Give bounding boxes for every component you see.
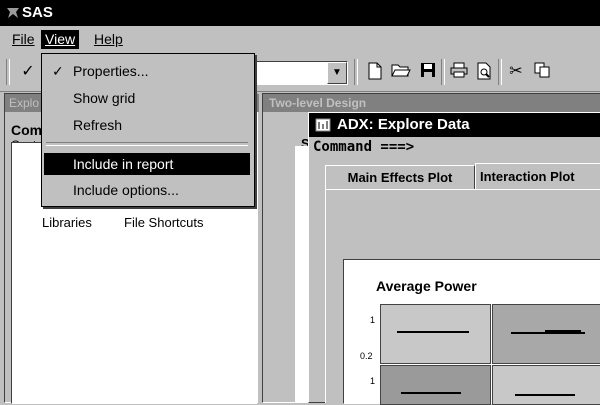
adx-title-bar[interactable]: ADX: Explore Data: [309, 113, 600, 137]
menu-view-label: View: [45, 31, 76, 47]
toolbar-separator: [6, 59, 10, 85]
menu-item-label: Properties...: [73, 63, 149, 79]
checkmark-icon: ✓: [52, 63, 64, 79]
command-line[interactable]: Command ===>: [313, 139, 414, 155]
plot-cell[interactable]: [380, 365, 491, 405]
y-tick-label: 1: [370, 376, 376, 386]
effect-line: [515, 394, 575, 396]
y-tick-label: 1: [370, 315, 376, 325]
menu-help[interactable]: Help: [90, 30, 127, 49]
menu-item-include-in-report[interactable]: Include in report: [44, 153, 250, 175]
plot-title: Average Power: [376, 278, 477, 294]
toolbar-separator: [354, 59, 358, 85]
save-icon[interactable]: [418, 62, 438, 82]
print-icon[interactable]: [449, 62, 469, 82]
tab-main-effects-label: Main Effects Plot: [347, 170, 453, 185]
plot-cell[interactable]: [380, 304, 491, 364]
effect-line: [545, 330, 581, 332]
adx-explore-window: ADX: Explore Data Command ===> Main Effe…: [308, 112, 600, 405]
command-combo[interactable]: ▼: [250, 61, 348, 85]
libraries-item[interactable]: Libraries: [42, 215, 92, 230]
menu-item-include-options[interactable]: Include options...: [44, 179, 250, 201]
menu-file-label: File: [12, 31, 35, 47]
title-bar: SAS: [0, 0, 600, 26]
interaction-plot-area: Average Power 1 0.2 1: [343, 259, 600, 405]
menu-help-label: Help: [94, 31, 123, 47]
menu-separator: [46, 142, 248, 146]
menu-item-show-grid[interactable]: Show grid: [44, 87, 250, 109]
tab-main-effects-plot[interactable]: Main Effects Plot: [325, 165, 475, 191]
menu-item-label: Include options...: [73, 182, 179, 198]
menu-item-label: Show grid: [73, 90, 136, 106]
contents-title: Com: [11, 122, 43, 138]
plot-cell[interactable]: [492, 304, 600, 364]
open-folder-icon[interactable]: [391, 62, 411, 82]
app-title: SAS: [22, 4, 53, 21]
menu-item-properties[interactable]: ✓ Properties...: [44, 60, 250, 82]
new-file-icon[interactable]: [365, 62, 385, 82]
sas-logo-icon: [7, 8, 19, 18]
window-icon: [315, 118, 331, 132]
tab-interaction-plot[interactable]: Interaction Plot: [475, 163, 600, 191]
menu-view[interactable]: View: [41, 30, 80, 49]
plot-cell[interactable]: [492, 365, 600, 405]
print-preview-icon[interactable]: [474, 62, 494, 82]
toolbar-separator: [498, 59, 502, 85]
menu-file[interactable]: File: [8, 30, 39, 49]
menu-bar: File View Help: [0, 26, 600, 53]
chevron-down-icon[interactable]: ▼: [327, 62, 347, 84]
cut-icon[interactable]: ✂: [506, 62, 526, 82]
workspace-header: Two-level Design: [263, 94, 600, 112]
tab-interaction-label: Interaction Plot: [480, 169, 575, 184]
menu-item-label: Include in report: [73, 156, 174, 172]
effect-line: [401, 392, 461, 394]
checkmark-icon[interactable]: ✓: [18, 62, 38, 82]
view-menu-dropdown: ✓ Properties... Show grid Refresh Includ…: [41, 53, 255, 207]
copy-icon[interactable]: [532, 62, 552, 82]
adx-title: ADX: Explore Data: [337, 116, 470, 133]
menu-item-refresh[interactable]: Refresh: [44, 114, 250, 136]
y-tick-label: 0.2: [360, 351, 373, 361]
menu-item-label: Refresh: [73, 117, 123, 133]
effect-line: [511, 332, 585, 334]
effect-line: [397, 331, 469, 333]
file-shortcuts-item[interactable]: File Shortcuts: [124, 215, 203, 230]
toolbar-separator: [441, 59, 445, 85]
